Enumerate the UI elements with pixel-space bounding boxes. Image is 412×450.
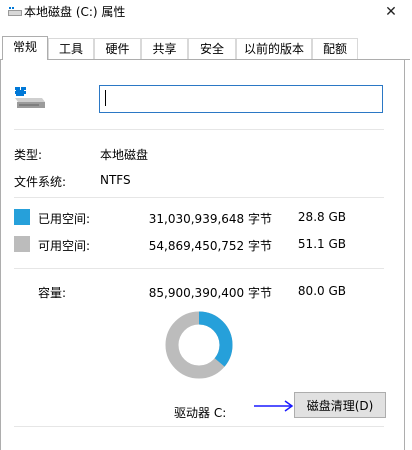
tab-general[interactable]: 常规 (2, 36, 48, 60)
close-icon[interactable]: ✕ (376, 0, 406, 24)
panel-border-right (404, 59, 405, 450)
tab-hardware[interactable]: 硬件 (94, 38, 141, 59)
separator-top (14, 129, 384, 130)
filesystem-value: NTFS (100, 173, 131, 187)
capacity-label: 容量: (38, 286, 67, 300)
free-space-size: 51.1 GB (297, 237, 346, 251)
window-title: 本地磁盘 (C:) 属性 (24, 5, 126, 19)
capacity-bytes: 85,900,390,400 字节 (148, 286, 272, 300)
annotation-arrow-icon (254, 400, 294, 412)
filesystem-label: 文件系统: (14, 175, 67, 189)
separator-bottom (14, 426, 384, 427)
drive-letter-label: 驱动器 C: (174, 406, 227, 420)
used-space-size: 28.8 GB (297, 210, 346, 224)
tab-security[interactable]: 安全 (188, 38, 236, 59)
separator-middle (14, 197, 384, 198)
free-space-swatch (14, 236, 30, 252)
capacity-size: 80.0 GB (297, 284, 346, 298)
drive-icon (15, 87, 45, 108)
tab-quota[interactable]: 配额 (312, 38, 358, 59)
used-space-swatch (14, 209, 30, 225)
used-space-bytes: 31,030,939,648 字节 (148, 212, 272, 226)
tab-divider (0, 59, 410, 60)
title-bar: 本地磁盘 (C:) 属性 ✕ (0, 0, 412, 30)
separator-capacity (14, 268, 384, 269)
tab-tools[interactable]: 工具 (48, 38, 94, 59)
free-space-label: 可用空间: (38, 239, 91, 253)
type-value: 本地磁盘 (100, 148, 149, 162)
tab-sharing[interactable]: 共享 (141, 38, 188, 59)
panel-border-left (0, 59, 1, 450)
tab-strip: 常规 工具 硬件 共享 安全 以前的版本 配额 (0, 36, 412, 60)
disk-cleanup-button[interactable]: 磁盘清理(D) (294, 392, 386, 418)
free-space-bytes: 54,869,450,752 字节 (148, 239, 272, 253)
tab-previous-versions[interactable]: 以前的版本 (236, 38, 312, 59)
disk-usage-donut (165, 311, 233, 379)
drive-title-icon (8, 7, 22, 16)
drive-name-input[interactable] (99, 85, 383, 113)
type-label: 类型: (14, 148, 43, 162)
text-caret (105, 90, 106, 106)
used-space-label: 已用空间: (38, 212, 91, 226)
